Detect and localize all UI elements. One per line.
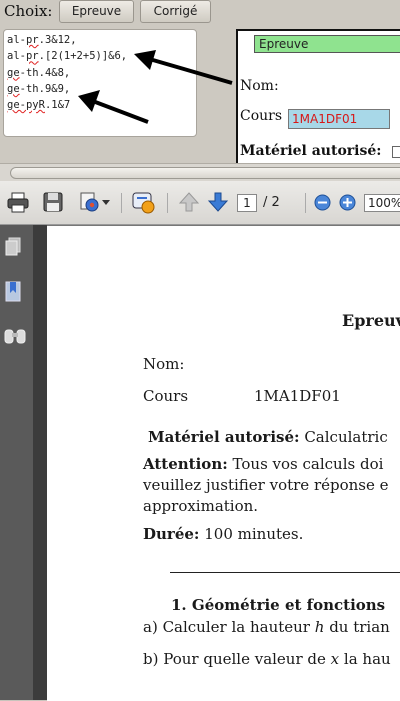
corrige-button[interactable]: Corrigé: [140, 0, 211, 23]
question-b: b) Pour quelle valeur de x la hau: [143, 650, 391, 668]
materiel-label: Matériel autorisé:: [240, 143, 382, 159]
zoom-out-icon[interactable]: [314, 194, 331, 211]
doc-cours-value: 1MA1DF01: [254, 387, 341, 405]
question-a: a) Calculer la hauteur h du trian: [143, 618, 390, 636]
exam-form-area: Choix: Epreuve Corrigé al-pr.3&12, al-pr…: [0, 0, 400, 163]
section-title: 1. Géométrie et fonctions: [171, 596, 386, 614]
print-icon[interactable]: [7, 191, 29, 213]
doc-attention: Attention: Tous vos calculs doi: [143, 455, 384, 473]
bookmarks-icon[interactable]: [4, 281, 22, 303]
choix-label: Choix:: [4, 2, 53, 20]
toolbar-separator: [167, 193, 168, 213]
exam-preview-panel: Epreuve Nom: Cours 1MA1DF01 Matériel aut…: [236, 29, 400, 163]
code-line: al-pr.3&12,: [7, 34, 77, 46]
horizontal-rule: [170, 572, 400, 573]
doc-attention-line2: veuillez justifier votre réponse e: [143, 476, 389, 494]
pdf-sidebar: [0, 225, 33, 700]
annotation-arrow-icon: [134, 50, 233, 85]
save-icon[interactable]: [42, 191, 64, 213]
previous-page-icon[interactable]: [178, 191, 200, 213]
binoculars-icon[interactable]: [4, 327, 26, 345]
pdf-page: Epreuv Nom: Cours 1MA1DF01 Matériel auto…: [47, 225, 400, 701]
next-page-icon[interactable]: [207, 191, 229, 213]
materiel-checkbox[interactable]: [392, 146, 400, 158]
epreuve-button[interactable]: Epreuve: [59, 0, 134, 23]
doc-duree: Durée: 100 minutes.: [143, 525, 304, 543]
horizontal-scrollbar[interactable]: [0, 163, 400, 181]
doc-cours-label: Cours: [143, 387, 189, 405]
cours-label: Cours: [240, 108, 283, 124]
comment-icon[interactable]: [131, 191, 157, 215]
toolbar-separator: [121, 193, 122, 213]
nom-label: Nom:: [240, 78, 279, 94]
toolbar-separator: [305, 193, 306, 213]
page-number-input[interactable]: 1: [237, 194, 257, 212]
doc-attention-line3: approximation.: [143, 497, 259, 515]
dropdown-arrow-icon[interactable]: [102, 198, 110, 206]
scrollbar-thumb[interactable]: [10, 167, 400, 179]
doc-materiel: Matériel autorisé: Calculatric: [148, 428, 388, 446]
zoom-level-input[interactable]: 100%: [364, 194, 400, 212]
pages-icon[interactable]: [4, 237, 22, 257]
document-title: Epreuv: [342, 311, 400, 330]
annotation-arrow-icon: [78, 90, 149, 124]
sidebar-splitter[interactable]: [33, 225, 47, 700]
page-total: / 2: [263, 195, 280, 210]
cours-input[interactable]: 1MA1DF01: [288, 109, 390, 129]
zoom-in-icon[interactable]: [339, 194, 356, 211]
doc-nom-label: Nom:: [143, 355, 185, 373]
share-icon[interactable]: [78, 191, 100, 213]
pdf-toolbar: 1 / 2 100%: [0, 181, 400, 225]
exam-type-field[interactable]: Epreuve: [254, 35, 400, 53]
